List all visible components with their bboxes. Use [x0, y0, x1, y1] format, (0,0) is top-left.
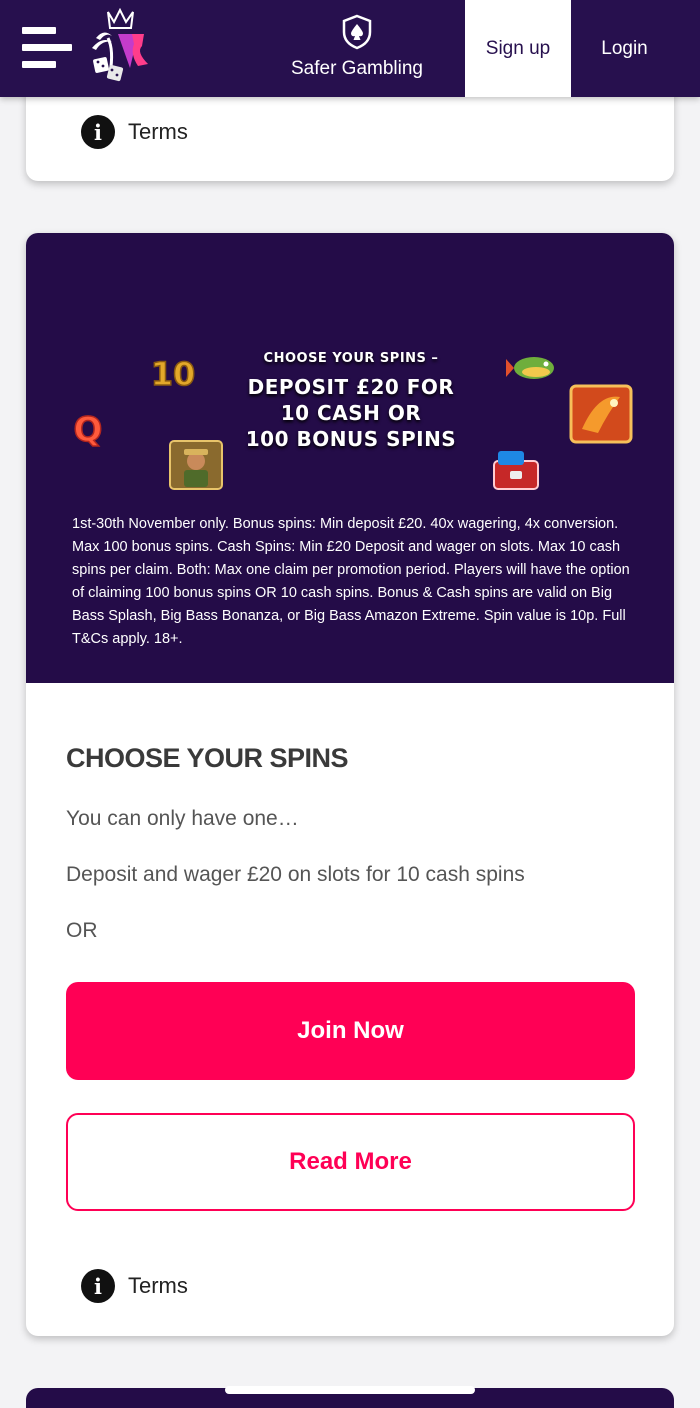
promo-line-1: You can only have one…	[66, 807, 299, 830]
login-button[interactable]: Login	[571, 0, 678, 97]
promo-fine-print: 1st-30th November only. Bonus spins: Min…	[72, 516, 630, 647]
spade-shield-icon	[286, 14, 428, 50]
ten-symbol-icon: 10	[150, 354, 196, 394]
menu-bar	[22, 44, 72, 51]
terms-label: Terms	[128, 1273, 188, 1298]
promo-card: 10 Q CHOOSE YOUR SPINS – DEPOSIT £20 FOR…	[26, 233, 674, 1336]
ten-symbol-text: 10	[151, 355, 196, 393]
casino-logo-icon[interactable]	[86, 7, 156, 86]
home-indicator	[225, 1386, 475, 1394]
promo-banner: 10 Q CHOOSE YOUR SPINS – DEPOSIT £20 FOR…	[26, 233, 674, 683]
info-icon: i	[81, 115, 115, 149]
queen-symbol-icon: Q	[73, 409, 103, 451]
terms-link[interactable]: i Terms	[81, 115, 188, 149]
banner-headline: CHOOSE YOUR SPINS – DEPOSIT £20 FOR 10 C…	[216, 351, 486, 452]
safer-gambling-link[interactable]: Safer Gambling	[286, 14, 428, 84]
promo-title: CHOOSE YOUR SPINS	[66, 743, 349, 773]
banner-headline-line-3: 100 BONUS SPINS	[245, 427, 457, 451]
promo-line-2: Deposit and wager £20 on slots for 10 ca…	[66, 863, 525, 886]
dragonfly-symbol-icon	[569, 384, 633, 444]
queen-symbol-text: Q	[74, 410, 103, 450]
terms-link[interactable]: i Terms	[81, 1269, 188, 1303]
safer-gambling-label: Safer Gambling	[290, 58, 423, 79]
banner-headline-line-2: 10 CASH OR	[280, 401, 422, 425]
menu-bar	[22, 27, 56, 34]
fish-symbol-icon	[506, 357, 554, 379]
menu-bar	[22, 61, 56, 68]
join-now-button[interactable]: Join Now	[66, 982, 635, 1080]
promo-line-3: OR	[66, 919, 98, 942]
banner-headline-small: CHOOSE YOUR SPINS –	[263, 351, 439, 366]
tackle-box-symbol-icon	[493, 451, 539, 490]
sign-up-button[interactable]: Sign up	[465, 0, 571, 97]
terms-label: Terms	[128, 119, 188, 144]
hamburger-menu-icon[interactable]	[22, 27, 72, 71]
top-header: Safer Gambling Sign up Login	[0, 0, 700, 97]
read-more-button[interactable]: Read More	[66, 1113, 635, 1211]
info-icon: i	[81, 1269, 115, 1303]
banner-headline-line-1: DEPOSIT £20 FOR	[247, 375, 455, 399]
